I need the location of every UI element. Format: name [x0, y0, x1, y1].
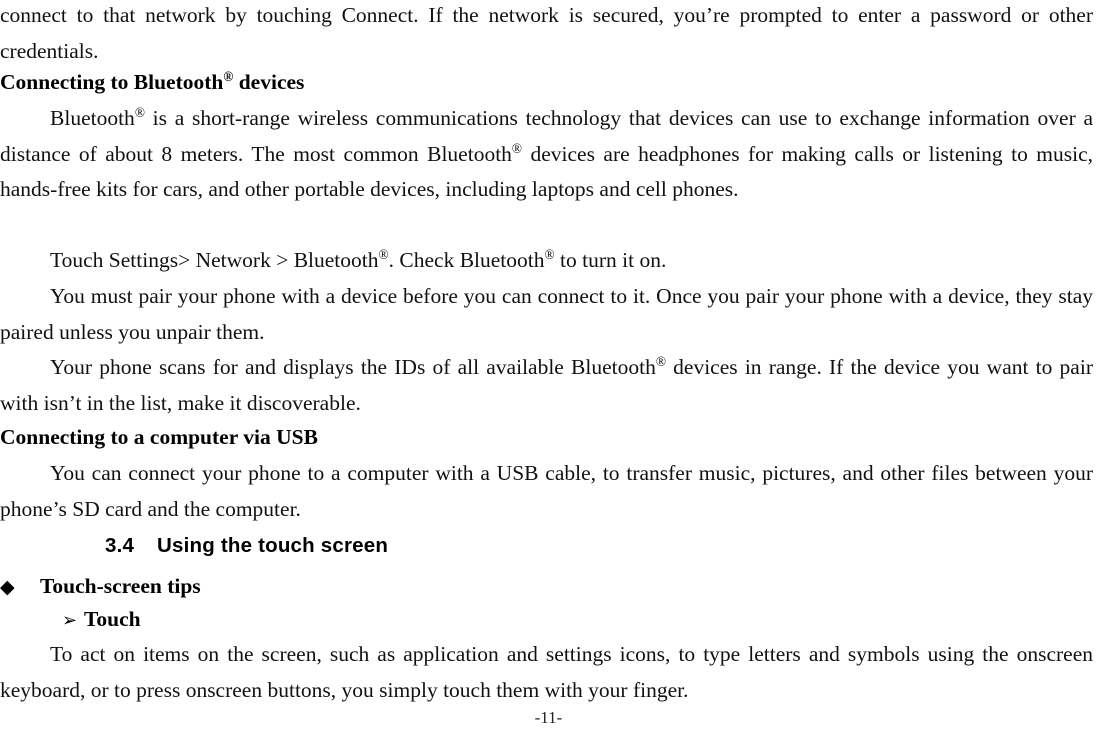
- paragraph-touch-body: To act on items on the screen, such as a…: [0, 637, 1093, 708]
- section-number: 3.4: [105, 534, 135, 557]
- registered-mark-icon: ®: [544, 246, 555, 262]
- paragraph-usb-body: You can connect your phone to a computer…: [0, 456, 1093, 527]
- settings-path-post: to turn it on.: [554, 248, 667, 272]
- bluetooth-intro-pre: Bluetooth: [50, 106, 135, 130]
- registered-mark-icon: ®: [655, 353, 666, 369]
- usb-body-text: You can connect your phone to a computer…: [0, 461, 1093, 521]
- bullet-touch: ➢ Touch: [62, 604, 141, 636]
- pairing-text: You must pair your phone with a device b…: [0, 284, 1093, 344]
- bullet-label-touch-screen-tips: Touch-screen tips: [40, 574, 201, 598]
- paragraph-bluetooth-settings-path: Touch Settings> Network > Bluetooth®. Ch…: [0, 243, 1093, 279]
- heading-connecting-bluetooth-devices: Connecting to Bluetooth® devices: [0, 66, 304, 98]
- arrow-bullet-icon: ➢: [62, 610, 78, 631]
- wifi-continuation-line-1: connect to that network by touching Conn…: [0, 3, 1012, 27]
- paragraph-scanning: Your phone scans for and displays the ID…: [0, 350, 1093, 421]
- registered-mark-icon: ®: [378, 246, 389, 262]
- diamond-bullet-icon: ◆: [0, 576, 15, 598]
- bullet-touch-screen-tips: ◆ Touch-screen tips: [0, 571, 201, 602]
- paragraph-wifi-continuation: connect to that network by touching Conn…: [0, 0, 1093, 69]
- paragraph-bluetooth-intro: Bluetooth® is a short-range wireless com…: [0, 101, 1093, 208]
- heading-bluetooth-suffix: devices: [233, 70, 305, 94]
- paragraph-pairing: You must pair your phone with a device b…: [0, 279, 1093, 350]
- heading-bluetooth-text: Connecting to Bluetooth: [0, 70, 224, 94]
- scanning-pre: Your phone scans for and displays the ID…: [50, 355, 656, 379]
- heading-connecting-computer-usb: Connecting to a computer via USB: [0, 425, 318, 449]
- registered-mark-icon: ®: [223, 68, 234, 84]
- manual-page: connect to that network by touching Conn…: [0, 0, 1097, 731]
- section-heading-3-4: 3.4 Using the touch screen: [105, 531, 388, 561]
- bullet-label-touch: Touch: [84, 607, 141, 631]
- touch-body-text: To act on items on the screen, such as a…: [0, 642, 1093, 702]
- page-number-footer: -11-: [534, 708, 563, 727]
- section-title: Using the touch screen: [157, 534, 389, 557]
- settings-path-mid: . Check Bluetooth: [388, 248, 545, 272]
- settings-path-pre: Touch Settings> Network > Bluetooth: [50, 248, 379, 272]
- registered-mark-icon: ®: [134, 104, 145, 120]
- registered-mark-icon: ®: [511, 140, 523, 156]
